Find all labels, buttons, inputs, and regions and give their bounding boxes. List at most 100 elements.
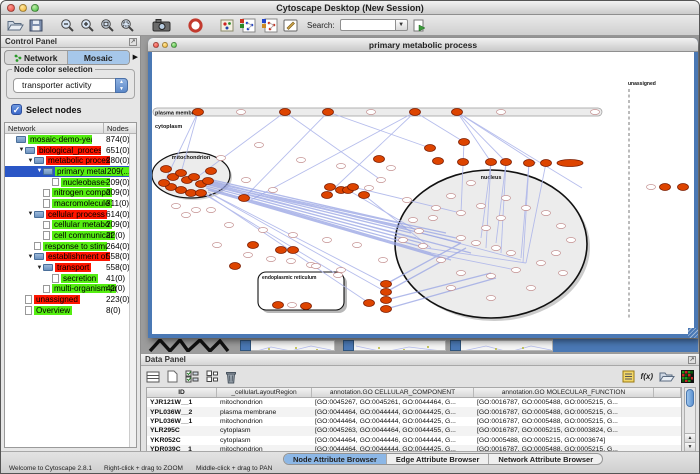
table-row[interactable]: YPL036W__2plasma membrane[GO:0044464, GO… — [147, 407, 681, 416]
network-node-selected[interactable] — [381, 306, 392, 313]
network-node-selected[interactable] — [364, 300, 375, 307]
tree-row[interactable]: nitrogen compo209(0) — [5, 187, 136, 198]
network-node-selected[interactable] — [159, 180, 170, 187]
network-node-unselected[interactable] — [312, 264, 321, 269]
table-row[interactable]: YKR052Ccytoplasm[GO:0044464, GO:0044446,… — [147, 436, 681, 445]
tree-row[interactable]: ▼cellular process614(0) — [5, 209, 136, 220]
network-node-unselected[interactable] — [334, 273, 343, 278]
network-node-unselected[interactable] — [259, 228, 268, 233]
zoom-window-icon[interactable] — [31, 4, 39, 12]
function-builder-icon[interactable]: f(x) — [641, 372, 653, 381]
network-node-unselected[interactable] — [591, 110, 600, 115]
tree-row[interactable]: cellular metabo209(0) — [5, 220, 136, 231]
network-node-unselected[interactable] — [502, 196, 511, 201]
zoom-out-icon[interactable] — [60, 16, 75, 34]
network-node-unselected[interactable] — [512, 268, 521, 273]
scrollbar-thumb[interactable] — [686, 389, 694, 407]
net-close-icon[interactable] — [153, 42, 159, 48]
network-canvas[interactable]: plasma membranecytoplasmmitochondrionnuc… — [152, 52, 694, 334]
col-cellular-component[interactable]: annotation.GO CELLULAR_COMPONENT — [312, 388, 474, 397]
background-window-icon[interactable] — [343, 340, 354, 351]
delete-attribute-icon[interactable] — [225, 368, 237, 386]
network-node-selected[interactable] — [381, 289, 392, 296]
network-node-unselected[interactable] — [492, 246, 501, 251]
network-canvas-svg[interactable]: plasma membranecytoplasmmitochondrionnuc… — [152, 52, 694, 330]
tree-row[interactable]: ▼establishment of lo558(0) — [5, 252, 136, 263]
new-attribute-icon[interactable] — [167, 368, 178, 386]
network-node-unselected[interactable] — [522, 206, 531, 211]
network-node-selected[interactable] — [273, 302, 284, 309]
select-nodes-checkbox[interactable]: ✓ — [11, 104, 22, 115]
col-id[interactable]: ID — [147, 388, 217, 397]
network-node-unselected[interactable] — [457, 211, 466, 216]
network-node-unselected[interactable] — [527, 286, 536, 291]
network-node-unselected[interactable] — [237, 110, 246, 115]
network-node-selected[interactable] — [348, 184, 359, 191]
network-window-titlebar[interactable]: primary metabolic process — [148, 38, 698, 52]
select-attributes-icon[interactable] — [185, 368, 199, 386]
network-node-unselected[interactable] — [269, 188, 278, 193]
network-node-selected[interactable] — [374, 156, 385, 163]
network-node-unselected[interactable] — [567, 238, 576, 243]
network-node-selected[interactable] — [452, 109, 463, 116]
network-node-selected[interactable] — [239, 195, 250, 202]
expand-icon[interactable]: ▼ — [36, 168, 43, 174]
network-node-unselected[interactable] — [403, 198, 412, 203]
network-node-selected[interactable] — [206, 168, 217, 175]
network-node-unselected[interactable] — [267, 257, 276, 262]
resize-grip[interactable] — [688, 328, 698, 338]
tree-row[interactable]: ▼transport558(0) — [5, 262, 136, 273]
network-node-unselected[interactable] — [409, 218, 418, 223]
table-row[interactable]: YJR121W__1mitochondrion[GO:0045267, GO:0… — [147, 398, 681, 407]
table-scrollbar[interactable]: ▲ ▼ — [684, 387, 696, 452]
tree-row[interactable]: cell communicat22(0) — [5, 230, 136, 241]
network-node-unselected[interactable] — [457, 236, 466, 241]
net-zoom-icon[interactable] — [171, 42, 177, 48]
network-node-unselected[interactable] — [367, 110, 376, 115]
network-node-unselected[interactable] — [487, 296, 496, 301]
save-session-icon[interactable] — [29, 16, 43, 34]
network-node-selected[interactable] — [322, 192, 333, 199]
network-node-unselected[interactable] — [415, 229, 424, 234]
matrix-view-icon[interactable] — [681, 368, 694, 386]
expand-icon[interactable]: ▼ — [27, 254, 34, 260]
network-node-unselected[interactable] — [399, 238, 408, 243]
unselect-attributes-icon[interactable] — [206, 368, 218, 386]
network-node-selected[interactable] — [248, 242, 259, 249]
network-node-unselected[interactable] — [437, 258, 446, 263]
network-node-unselected[interactable] — [497, 216, 506, 221]
network-node-unselected[interactable] — [225, 223, 234, 228]
network-node-unselected[interactable] — [487, 274, 496, 279]
attribute-table-icon[interactable] — [146, 368, 160, 386]
network-node-selected[interactable] — [425, 145, 436, 152]
snapshot-icon[interactable] — [152, 16, 171, 34]
background-window-icon[interactable] — [240, 340, 251, 351]
tree-row[interactable]: nucleobase-209(0) — [5, 177, 136, 188]
network-node-unselected[interactable] — [288, 303, 297, 308]
tree-col-network[interactable]: Network — [5, 123, 104, 133]
table-row[interactable]: YPL036W__1mitochondrion[GO:0044464, GO:0… — [147, 417, 681, 426]
network-node-selected[interactable] — [410, 109, 421, 116]
network-node-selected[interactable] — [280, 109, 291, 116]
network-node-selected[interactable] — [301, 303, 312, 310]
tab-edge-attribute-browser[interactable]: Edge Attribute Browser — [386, 454, 488, 464]
background-window-preview[interactable] — [354, 340, 446, 351]
network-node-unselected[interactable] — [337, 268, 346, 273]
tab-overflow-icon[interactable]: ▶ — [133, 53, 138, 61]
network-node-unselected[interactable] — [429, 216, 438, 221]
tree-row[interactable]: macromolecule311(0) — [5, 198, 136, 209]
annotation-icon[interactable] — [283, 16, 298, 34]
network-node-unselected[interactable] — [457, 271, 466, 276]
tree-row[interactable]: ▼metabolic process280(0) — [5, 155, 136, 166]
network-node-unselected[interactable] — [244, 253, 253, 258]
network-node-unselected[interactable] — [482, 226, 491, 231]
expand-icon[interactable]: ▼ — [27, 211, 34, 217]
network-node-unselected[interactable] — [447, 194, 456, 199]
network-node-selected[interactable] — [325, 184, 336, 191]
tab-network[interactable]: Network — [5, 51, 67, 64]
help-icon[interactable] — [188, 16, 203, 34]
network-node-selected[interactable] — [660, 184, 671, 191]
import-table-icon[interactable] — [261, 16, 278, 34]
network-node-unselected[interactable] — [365, 186, 374, 191]
network-node-unselected[interactable] — [557, 224, 566, 229]
